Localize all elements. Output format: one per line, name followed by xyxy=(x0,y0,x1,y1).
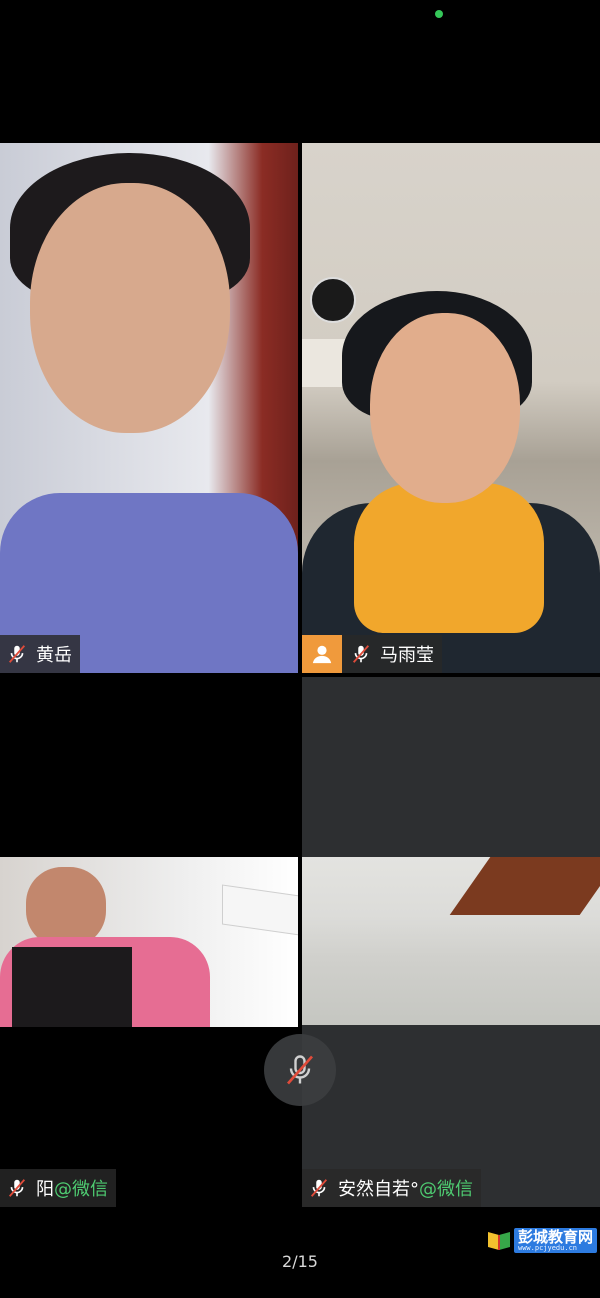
mic-off-icon xyxy=(310,1179,328,1197)
mic-off-icon xyxy=(8,1179,26,1197)
video-tile-3[interactable]: 阳 @微信 xyxy=(0,677,298,1207)
status-indicator-dot xyxy=(435,10,443,18)
watermark-title: 彭城教育网 xyxy=(518,1228,594,1246)
participant-name: 阳 xyxy=(36,1179,54,1200)
participant-name: 马雨莹 xyxy=(380,645,434,666)
person-avatar-icon xyxy=(302,635,342,673)
book-logo-icon xyxy=(488,1231,510,1250)
mic-off-icon xyxy=(352,645,370,663)
mic-off-icon xyxy=(286,1055,314,1085)
video-tile-2[interactable]: 马雨莹 xyxy=(302,143,600,673)
site-watermark: 彭城教育网 www.pcjyedu.cn xyxy=(486,1228,598,1253)
participant-label: 马雨莹 xyxy=(302,635,442,673)
wechat-suffix: @微信 xyxy=(54,1179,108,1200)
participant-label: 黄岳 xyxy=(0,635,80,673)
video-tile-1[interactable]: 黄岳 xyxy=(0,143,298,673)
participant-label: 安然自若° @微信 xyxy=(302,1169,481,1207)
participant-name: 安然自若° xyxy=(338,1179,419,1200)
mute-toggle-button[interactable] xyxy=(264,1034,336,1106)
watermark-url: www.pcjyedu.cn xyxy=(518,1244,578,1252)
participant-name: 黄岳 xyxy=(36,645,72,666)
video-tile-4[interactable]: 安然自若° @微信 xyxy=(302,677,600,1207)
participant-label: 阳 @微信 xyxy=(0,1169,116,1207)
page-indicator: 2/15 xyxy=(282,1252,318,1271)
mic-off-icon xyxy=(8,645,26,663)
wechat-suffix: @微信 xyxy=(419,1179,473,1200)
